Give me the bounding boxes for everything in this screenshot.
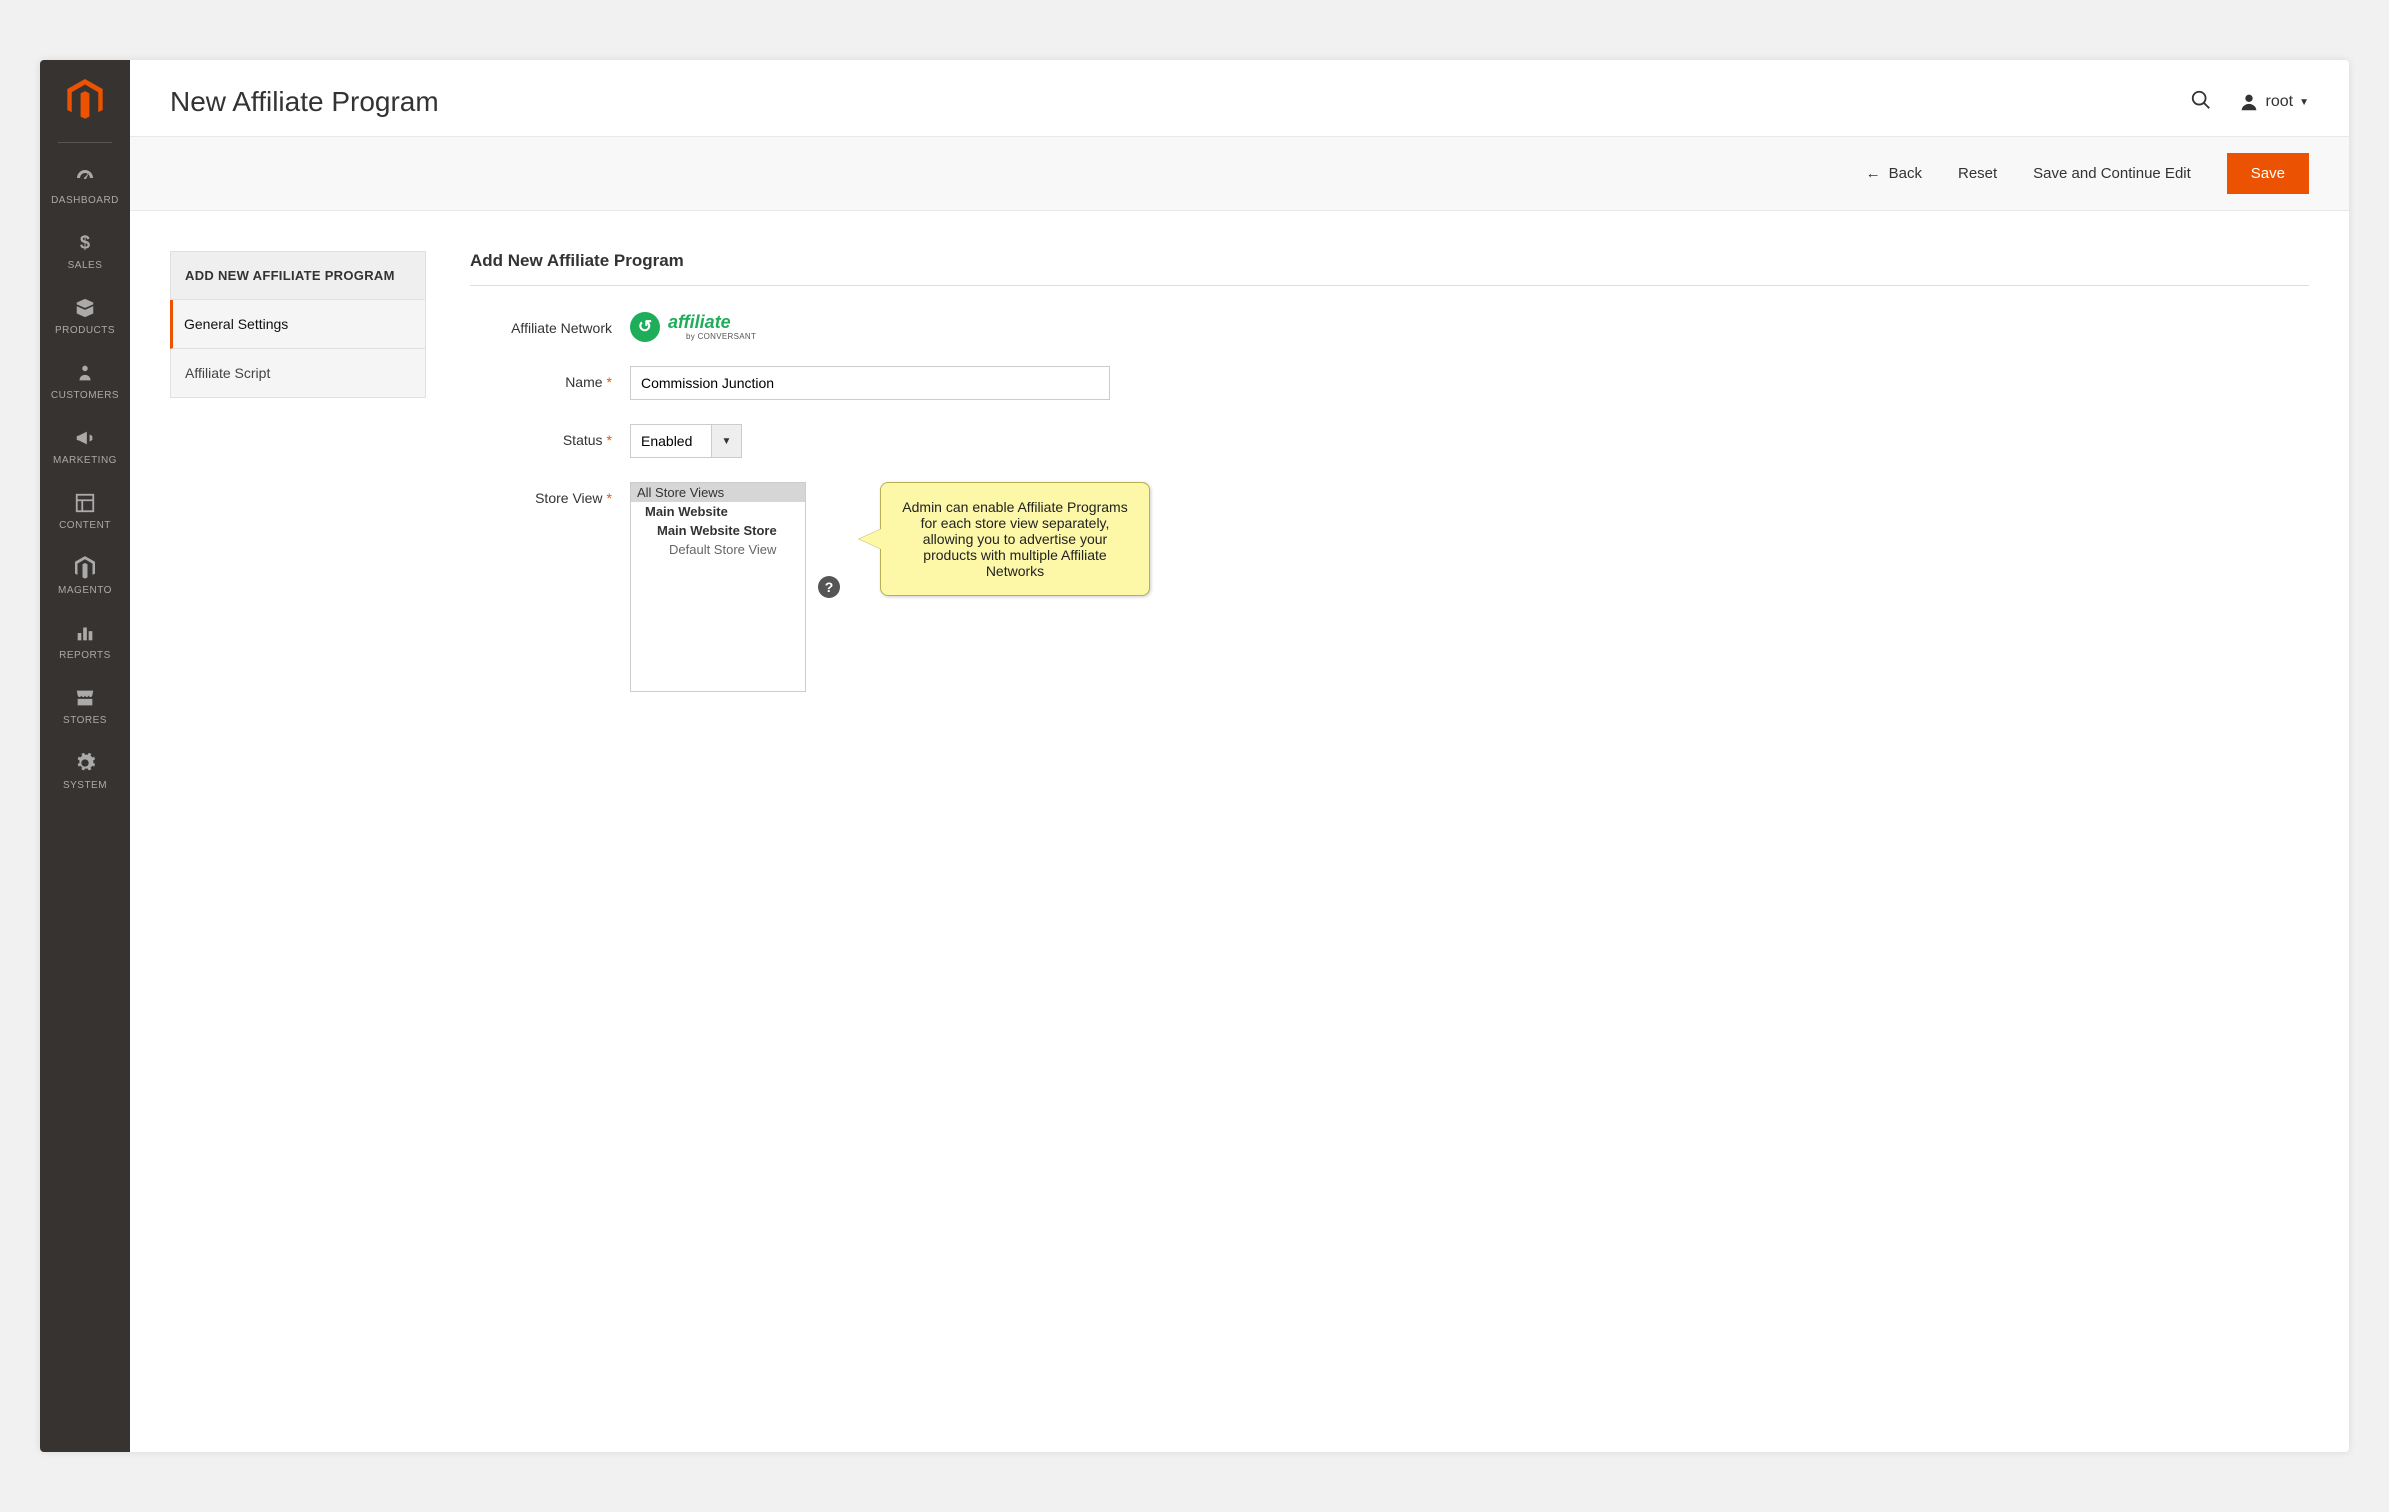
reset-button[interactable]: Reset [1958,165,1997,182]
tab-general-settings[interactable]: General Settings [170,300,426,349]
storefront-icon [72,685,98,711]
sidebar-label: STORES [63,715,107,726]
row-store-view: Store View * All Store Views Main Website… [470,482,2309,692]
chevron-down-icon[interactable]: ▼ [711,425,741,457]
label-status: Status [563,432,603,448]
row-affiliate-network: Affiliate Network ↺ affiliate by CONVERS… [470,312,2309,342]
user-menu[interactable]: root ▼ [2238,91,2309,113]
status-select[interactable]: ▼ [630,424,742,458]
search-icon[interactable] [2190,89,2212,116]
status-value[interactable] [631,425,711,457]
page-title: New Affiliate Program [170,86,439,118]
required-marker: * [607,490,612,506]
required-marker: * [607,374,612,390]
dollar-icon: $ [72,230,98,256]
store-option[interactable]: Main Website [631,502,805,521]
save-continue-label: Save and Continue Edit [2033,165,2191,182]
sidebar-item-reports[interactable]: REPORTS [40,608,130,673]
label-store-view: Store View [535,490,602,506]
person-icon [72,360,98,386]
box-icon [72,295,98,321]
cj-badge-icon: ↺ [630,312,660,342]
brand-sub: by CONVERSANT [686,333,756,341]
reset-label: Reset [1958,165,1997,182]
main-panel: New Affiliate Program root ▼ ← Back Rese [130,60,2349,1452]
store-view-multiselect[interactable]: All Store Views Main Website Main Websit… [630,482,806,692]
sidebar-item-marketing[interactable]: MARKETING [40,413,130,478]
dashboard-icon [72,165,98,191]
actions-bar: ← Back Reset Save and Continue Edit Save [130,136,2349,211]
magento-icon [72,555,98,581]
caret-down-icon: ▼ [2299,97,2309,108]
form-section-title: Add New Affiliate Program [470,251,2309,286]
name-input[interactable] [630,366,1110,400]
label-network: Affiliate Network [511,320,612,336]
row-name: Name * [470,366,2309,400]
admin-sidebar: DASHBOARD $ SALES PRODUCTS CUSTOMERS MAR… [40,60,130,1452]
sidebar-label: SYSTEM [63,780,107,791]
sidebar-item-products[interactable]: PRODUCTS [40,283,130,348]
sidebar-item-system[interactable]: SYSTEM [40,738,130,803]
callout-arrow-icon [859,529,881,549]
sidebar-label: SALES [68,260,103,271]
tab-label: Affiliate Script [185,365,270,381]
sidebar-item-content[interactable]: CONTENT [40,478,130,543]
megaphone-icon [72,425,98,451]
sidebar-item-dashboard[interactable]: DASHBOARD [40,153,130,218]
sidebar-label: CUSTOMERS [51,390,119,401]
layout-icon [72,490,98,516]
sidebar-label: REPORTS [59,650,111,661]
sidebar-label: MAGENTO [58,585,112,596]
magento-logo[interactable] [61,76,109,124]
callout-text: Admin can enable Affiliate Programs for … [902,499,1127,579]
tabs-header: ADD NEW AFFILIATE PROGRAM [170,251,426,300]
form-area: Add New Affiliate Program Affiliate Netw… [470,251,2309,716]
row-status: Status* ▼ [470,424,2309,458]
sidebar-label: CONTENT [59,520,111,531]
app-window: DASHBOARD $ SALES PRODUCTS CUSTOMERS MAR… [40,60,2349,1452]
svg-text:$: $ [80,232,90,253]
arrow-left-icon: ← [1866,165,1881,182]
sidebar-label: DASHBOARD [51,195,119,206]
save-continue-button[interactable]: Save and Continue Edit [2033,165,2191,182]
help-icon[interactable]: ? [818,576,840,598]
sidebar-item-stores[interactable]: STORES [40,673,130,738]
brand-name: affiliate [668,313,756,331]
bars-icon [72,620,98,646]
affiliate-network-logo: ↺ affiliate by CONVERSANT [630,312,756,342]
save-button[interactable]: Save [2227,153,2309,194]
sidebar-label: PRODUCTS [55,325,115,336]
tab-affiliate-script[interactable]: Affiliate Script [170,349,426,398]
tab-label: General Settings [184,316,288,332]
back-button[interactable]: ← Back [1866,165,1922,182]
label-name: Name [565,374,602,390]
gear-icon [72,750,98,776]
form-tabs: ADD NEW AFFILIATE PROGRAM General Settin… [170,251,426,716]
sidebar-label: MARKETING [53,455,117,466]
page-header: New Affiliate Program root ▼ [130,60,2349,136]
store-option[interactable]: Default Store View [631,540,805,559]
required-marker: * [607,432,612,448]
store-option[interactable]: Main Website Store [631,521,805,540]
annotation-callout: Admin can enable Affiliate Programs for … [880,482,1150,596]
sidebar-item-customers[interactable]: CUSTOMERS [40,348,130,413]
sidebar-item-magento[interactable]: MAGENTO [40,543,130,608]
sidebar-item-sales[interactable]: $ SALES [40,218,130,283]
back-label: Back [1889,165,1922,182]
username: root [2266,93,2294,111]
store-option[interactable]: All Store Views [631,483,805,502]
